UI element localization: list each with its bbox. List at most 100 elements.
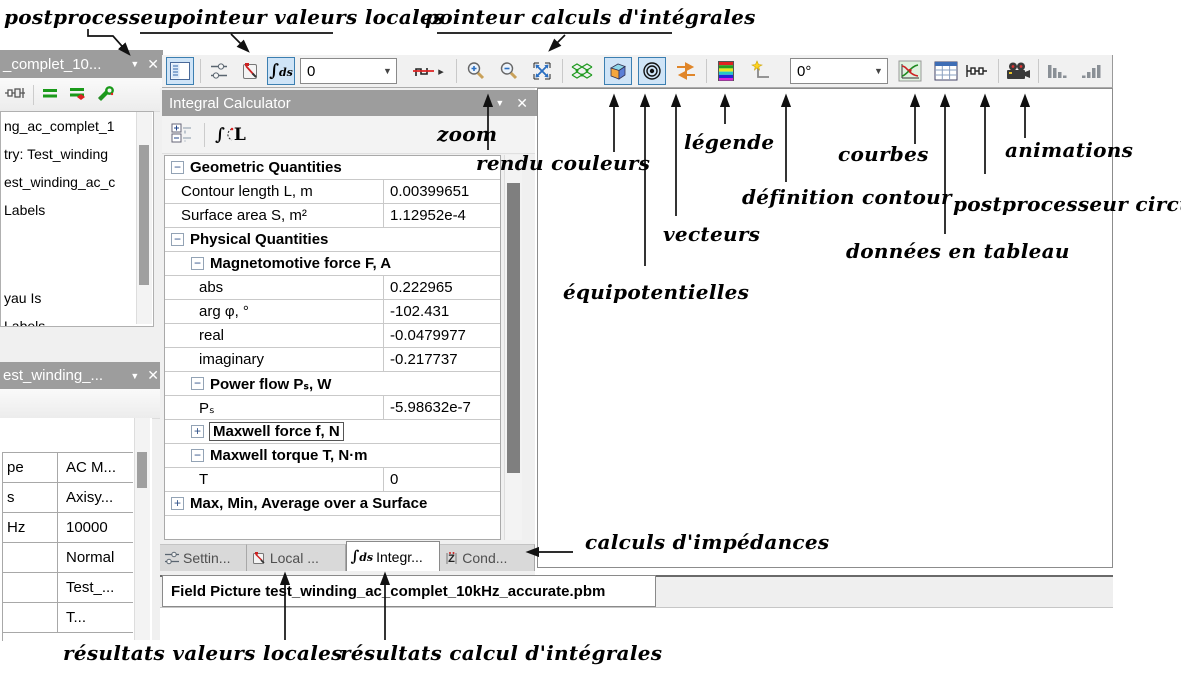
property-value: Test_... <box>58 579 114 596</box>
zoom-out-button[interactable] <box>495 57 523 85</box>
problem-panel-titlebar: est_winding_... ▼ ✕ <box>0 362 163 389</box>
annotation-zoom: zoom <box>437 122 497 146</box>
phase-dropdown[interactable]: 0° ▼ <box>790 58 888 84</box>
tab-conductors-impedance[interactable]: Z Cond... <box>440 544 535 571</box>
annotation-local-values-results: résultats valeurs locales <box>63 641 343 665</box>
scrollbar-thumb[interactable] <box>507 183 520 473</box>
panel-collapse-icon[interactable]: ▼ <box>495 98 504 108</box>
result-tabs: Settin... Local ... ∫ds Integr... Z Cond… <box>160 541 535 571</box>
tree-scrollbar[interactable] <box>136 112 152 324</box>
group-label: Magnetomotive force F, A <box>210 255 391 272</box>
tab-integral-results[interactable]: ∫ds Integr... <box>346 541 441 571</box>
table-row: −Power flow Pₛ, W <box>165 372 500 396</box>
table-data-button[interactable] <box>932 57 960 85</box>
contour-select-button[interactable]: ▸ <box>406 57 450 85</box>
histogram-descending-button[interactable] <box>1044 57 1072 85</box>
quantity-label: real <box>165 327 224 344</box>
property-label: Hz <box>3 513 58 542</box>
panel-collapse-icon[interactable]: ▼ <box>130 371 139 381</box>
table-row: T... <box>3 603 133 633</box>
properties-scrollbar[interactable] <box>134 418 150 640</box>
animation-button[interactable] <box>1004 57 1032 85</box>
annotation-equipotentials: équipotentielles <box>563 280 749 304</box>
equals-red-diamond-icon[interactable] <box>68 84 88 105</box>
quantity-value: 0.222965 <box>383 276 501 299</box>
curves-button[interactable] <box>896 57 924 85</box>
contour-value-dropdown[interactable]: 0 ▼ <box>300 58 397 84</box>
collapse-toggle-icon[interactable]: − <box>171 161 184 174</box>
dropdown-arrow-icon[interactable]: ▼ <box>870 59 887 83</box>
document-tab[interactable]: Field Picture test_winding_ac_complet_10… <box>162 575 656 607</box>
svg-text:Z: Z <box>448 553 455 565</box>
tab-settings[interactable]: Settin... <box>160 544 247 571</box>
tab-local-values[interactable]: Local ... <box>247 544 346 571</box>
local-values-pointer-button[interactable] <box>236 57 264 85</box>
table-row: −Geometric Quantities <box>165 156 500 180</box>
quantity-label: Surface area S, m² <box>165 207 307 224</box>
panel-close-icon[interactable]: ✕ <box>516 95 528 112</box>
property-label: s <box>3 483 58 512</box>
wrench-icon[interactable] <box>95 84 117 105</box>
zoom-in-button[interactable] <box>462 57 490 85</box>
tree-item[interactable]: Labels <box>4 318 45 327</box>
property-label: pe <box>3 453 58 482</box>
tree-item[interactable]: yau Is <box>4 290 41 306</box>
flyout-arrow-icon[interactable]: ▸ <box>438 65 444 78</box>
integral-contour-icon[interactable]: ∫ L <box>215 125 246 145</box>
tree-item[interactable]: Labels <box>4 202 45 218</box>
equipotentials-button[interactable] <box>638 57 666 85</box>
quantity-value: 1.12952e-4 <box>383 204 501 227</box>
collapse-toggle-icon[interactable]: − <box>191 377 204 390</box>
integral-pointer-button[interactable]: ∫ds <box>267 57 295 85</box>
equals-green-icon[interactable] <box>41 84 61 105</box>
contour-definition-button[interactable] <box>748 57 776 85</box>
quantity-label: Pₛ <box>165 399 215 417</box>
mesh-button[interactable] <box>568 57 596 85</box>
tree-item[interactable]: est_winding_ac_c <box>4 174 115 190</box>
quantity-label: Contour length L, m <box>165 183 313 200</box>
zoom-extents-button[interactable] <box>528 57 556 85</box>
expand-all-icon[interactable] <box>170 122 194 147</box>
group-label[interactable]: Maxwell force f, N <box>210 423 343 440</box>
table-row: arg φ, °-102.431 <box>165 300 500 324</box>
circuit-branch-icon[interactable] <box>4 84 26 105</box>
collapse-toggle-icon[interactable]: − <box>191 257 204 270</box>
annotation-legend: légende <box>684 130 774 154</box>
color-map-button[interactable] <box>604 57 632 85</box>
group-label: Maxwell torque T, N·m <box>210 447 368 464</box>
calculator-scrollbar[interactable] <box>504 155 522 540</box>
annotation-table-data: données en tableau <box>846 239 1070 263</box>
circuit-postprocessor-button[interactable] <box>963 57 991 85</box>
panel-close-icon[interactable]: ✕ <box>147 367 159 384</box>
scrollbar-thumb[interactable] <box>139 145 149 285</box>
group-label: Physical Quantities <box>190 231 328 248</box>
table-row: +Max, Min, Average over a Surface <box>165 492 500 516</box>
collapse-toggle-icon[interactable]: + <box>191 425 204 438</box>
tree-item[interactable]: try: Test_winding <box>4 146 108 162</box>
quantity-value: -5.98632e-7 <box>383 396 501 419</box>
vectors-button[interactable] <box>672 57 700 85</box>
table-row: sAxisy... <box>3 483 133 513</box>
collapse-toggle-icon[interactable]: − <box>191 449 204 462</box>
table-row: −Maxwell torque T, N·m <box>165 444 500 468</box>
tree-item[interactable]: ng_ac_complet_1 <box>4 118 115 134</box>
property-label <box>3 603 58 632</box>
problem-panel-toolbar <box>0 389 164 419</box>
histogram-ascending-button[interactable] <box>1078 57 1106 85</box>
property-label <box>3 543 58 572</box>
contour-value: 0 <box>301 63 379 80</box>
panel-collapse-icon[interactable]: ▼ <box>130 59 139 69</box>
annotation-postprocessor: postprocesseur <box>4 5 179 29</box>
quantity-label: T <box>165 471 208 488</box>
postprocessor-panel-button[interactable] <box>166 57 194 85</box>
panel-close-icon[interactable]: ✕ <box>147 56 159 73</box>
property-label <box>3 573 58 602</box>
annotation-impedance-calc: calculs d'impédances <box>585 530 830 554</box>
legend-button[interactable] <box>712 57 740 85</box>
scrollbar-thumb[interactable] <box>137 452 147 488</box>
collapse-toggle-icon[interactable]: − <box>171 233 184 246</box>
panel-title: est_winding_... <box>3 367 103 384</box>
dropdown-arrow-icon[interactable]: ▼ <box>379 59 396 83</box>
collapse-toggle-icon[interactable]: + <box>171 497 184 510</box>
settings-sliders-button[interactable] <box>205 57 233 85</box>
